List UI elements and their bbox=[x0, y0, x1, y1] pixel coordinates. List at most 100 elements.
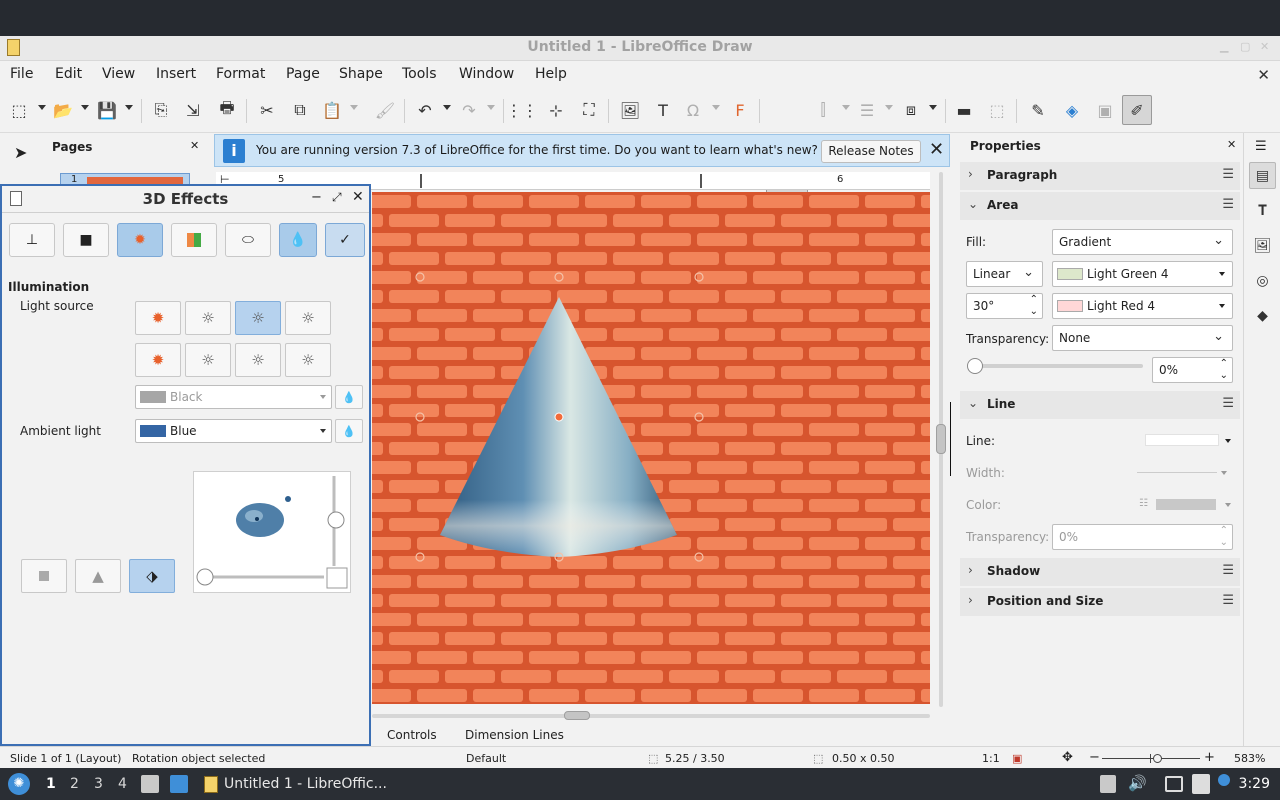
close-window-icon[interactable]: ✕ bbox=[1260, 40, 1270, 53]
tray-display-icon[interactable] bbox=[1165, 776, 1183, 792]
ambient-color-dropdown[interactable]: Blue bbox=[135, 419, 332, 443]
light-source-5-icon[interactable]: ✹ bbox=[135, 343, 181, 377]
horizontal-scrollbar[interactable] bbox=[372, 710, 930, 722]
fontwork-icon[interactable]: F bbox=[729, 99, 751, 121]
align-objects-icon[interactable]: ⫿ bbox=[812, 99, 834, 121]
line-style-preview[interactable] bbox=[1145, 434, 1219, 446]
gallery-deck-icon[interactable]: 🖼 bbox=[1249, 232, 1276, 259]
section-menu-icon[interactable]: ☰ bbox=[1222, 396, 1234, 411]
shadow-section-header[interactable]: › Shadow ☰ bbox=[960, 558, 1240, 586]
menu-view[interactable]: View bbox=[102, 66, 135, 82]
gradient-color-1-dropdown[interactable]: Light Green 4 bbox=[1052, 261, 1233, 287]
select-arrow-icon[interactable]: ➤ bbox=[14, 143, 27, 162]
shapes-deck-icon[interactable]: ◆ bbox=[1249, 302, 1276, 329]
menu-shape[interactable]: Shape bbox=[339, 66, 383, 82]
special-character-dropdown-icon[interactable] bbox=[712, 105, 720, 110]
line-section-header[interactable]: ⌄ Line ☰ bbox=[960, 391, 1240, 419]
close-sidebar-icon[interactable]: ✕ bbox=[1227, 138, 1236, 151]
open-dropdown-icon[interactable] bbox=[81, 105, 89, 110]
ambient-color-picker-icon[interactable]: 💧 bbox=[335, 419, 363, 443]
light-source-1-icon[interactable]: ✹ bbox=[135, 301, 181, 335]
spin-updown-icon[interactable]: ⌃ ⌄ bbox=[1220, 358, 1228, 382]
workspace-2[interactable]: 2 bbox=[70, 776, 79, 792]
crop-icon[interactable]: ⬚ bbox=[986, 99, 1008, 121]
properties-deck-icon[interactable]: ▤ bbox=[1249, 162, 1276, 189]
area-transparency-dropdown[interactable]: None ⌄ bbox=[1052, 325, 1233, 351]
clone-formatting-icon[interactable]: 🖌 bbox=[374, 99, 396, 121]
import-icon[interactable]: ⎘ bbox=[150, 99, 172, 121]
shading-tab-icon[interactable]: ■ bbox=[63, 223, 109, 257]
material-tab-icon[interactable]: ⬭ bbox=[225, 223, 271, 257]
open-icon[interactable]: 📂 bbox=[52, 99, 74, 121]
taskbar-app-libreoffice[interactable]: Untitled 1 - LibreOffic... bbox=[200, 772, 410, 796]
align-dropdown-icon[interactable] bbox=[842, 105, 850, 110]
close-document-icon[interactable]: ✕ bbox=[1257, 66, 1270, 84]
arrange-icon[interactable]: ☰ bbox=[856, 99, 878, 121]
gradient-color-2-dropdown[interactable]: Light Red 4 bbox=[1052, 293, 1233, 319]
zoom-slider-track[interactable] bbox=[1102, 758, 1200, 759]
position-size-section-header[interactable]: › Position and Size ☰ bbox=[960, 588, 1240, 616]
light-preview[interactable] bbox=[193, 471, 351, 593]
save-icon[interactable]: 💾 bbox=[96, 99, 118, 121]
paste-icon[interactable]: 📋 bbox=[321, 99, 343, 121]
zoom-in-icon[interactable]: + bbox=[1204, 750, 1215, 765]
tray-volume-icon[interactable]: 🔊 bbox=[1128, 774, 1147, 792]
3d-object-icon[interactable]: ▣ bbox=[1094, 99, 1116, 121]
menu-tools[interactable]: Tools bbox=[402, 66, 437, 82]
zoom-percent[interactable]: 583% bbox=[1234, 752, 1265, 765]
styles-deck-icon[interactable]: 𝐓 bbox=[1249, 197, 1276, 224]
preview-corner-button[interactable] bbox=[326, 567, 348, 589]
cut-icon[interactable]: ✂ bbox=[256, 99, 278, 121]
copy-icon[interactable]: ⧉ bbox=[289, 99, 311, 121]
arrange-dropdown-icon[interactable] bbox=[885, 105, 893, 110]
transparency-slider-track[interactable] bbox=[971, 364, 1143, 368]
spin-updown-icon[interactable]: ⌃ ⌄ bbox=[1030, 294, 1038, 318]
section-menu-icon[interactable]: ☰ bbox=[1222, 197, 1234, 212]
gradient-type-dropdown[interactable]: Linear ⌄ bbox=[966, 261, 1043, 287]
close-pages-panel-icon[interactable]: ✕ bbox=[190, 139, 199, 152]
distribute-icon[interactable]: ⧈ bbox=[900, 99, 922, 121]
menu-edit[interactable]: Edit bbox=[55, 66, 82, 82]
section-menu-icon[interactable]: ☰ bbox=[1222, 167, 1234, 182]
transparency-percent-spinner[interactable]: 0% ⌃ ⌄ bbox=[1152, 357, 1233, 383]
workspace-4[interactable]: 4 bbox=[118, 776, 127, 792]
minimize-icon[interactable]: ▁ bbox=[1220, 40, 1230, 53]
workspace-1[interactable]: 1 bbox=[46, 776, 56, 792]
redo-dropdown-icon[interactable] bbox=[487, 105, 495, 110]
gradient-angle-spinner[interactable]: 30° ⌃ ⌄ bbox=[966, 293, 1043, 319]
preview-vertical-slider[interactable] bbox=[327, 511, 345, 529]
menu-window[interactable]: Window bbox=[459, 66, 514, 82]
light-source-4-icon[interactable]: ☼ bbox=[285, 301, 331, 335]
zoom-out-icon[interactable]: − bbox=[1089, 750, 1100, 765]
toggle-extrusion-icon[interactable]: ◈ bbox=[1061, 99, 1083, 121]
tab-controls[interactable]: Controls bbox=[387, 728, 437, 742]
taskbar-clock[interactable]: 3:29 bbox=[1239, 776, 1270, 792]
light-color-picker-icon[interactable]: 💧 bbox=[335, 385, 363, 409]
drawing-canvas[interactable] bbox=[372, 192, 930, 704]
menu-page[interactable]: Page bbox=[286, 66, 320, 82]
spin-updown-icon[interactable]: ⌃ ⌄ bbox=[1220, 525, 1228, 549]
vertical-scroll-thumb[interactable] bbox=[936, 424, 946, 454]
assign-check-icon[interactable]: ✓ bbox=[325, 223, 365, 257]
vertical-scrollbar[interactable] bbox=[936, 172, 946, 707]
light-color-dropdown[interactable]: Black bbox=[135, 385, 332, 409]
shadow-icon[interactable]: ▬ bbox=[953, 99, 975, 121]
layout-name[interactable]: Default bbox=[466, 752, 506, 765]
print-icon[interactable]: 🖶 bbox=[216, 98, 238, 121]
undo-icon[interactable]: ↶ bbox=[414, 99, 436, 121]
document-modified-icon[interactable]: ▣ bbox=[1012, 752, 1022, 765]
fit-page-icon[interactable]: ✥ bbox=[1062, 750, 1073, 765]
workspace-3[interactable]: 3 bbox=[94, 776, 103, 792]
light-source-8-icon[interactable]: ☼ bbox=[285, 343, 331, 377]
section-menu-icon[interactable]: ☰ bbox=[1222, 593, 1234, 608]
ruler-indent-marker[interactable] bbox=[700, 174, 702, 188]
menu-format[interactable]: Format bbox=[216, 66, 265, 82]
insert-image-icon[interactable]: 🖼 bbox=[619, 99, 641, 121]
save-dropdown-icon[interactable] bbox=[125, 105, 133, 110]
line-width-dropdown-icon[interactable] bbox=[1221, 471, 1227, 475]
dialog-close-icon[interactable]: ✕ bbox=[352, 189, 364, 205]
fill-type-dropdown[interactable]: Gradient ⌄ bbox=[1052, 229, 1233, 255]
object-preview-button[interactable]: ⬗ bbox=[129, 559, 175, 593]
close-infobar-icon[interactable]: ✕ bbox=[929, 139, 944, 160]
tray-clipboard-icon[interactable] bbox=[1192, 774, 1210, 794]
